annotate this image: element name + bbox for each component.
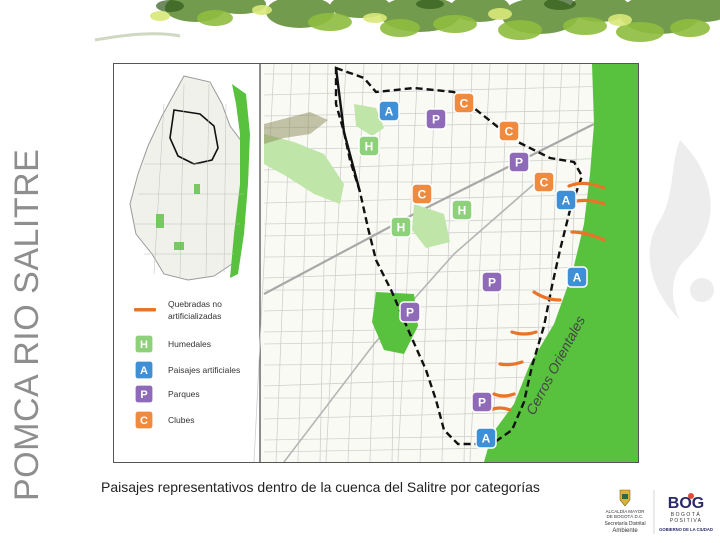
svg-text:P: P	[140, 389, 147, 401]
svg-text:C: C	[540, 176, 549, 190]
svg-text:H: H	[365, 140, 374, 154]
marker-p[interactable]: P	[508, 151, 530, 173]
bog-word: BOG	[668, 495, 704, 512]
marker-h[interactable]: H	[358, 135, 380, 157]
leaf-watermark-icon	[640, 140, 720, 320]
foliage-banner	[0, 0, 720, 50]
page-title: POMCA RIO SALITRE	[8, 148, 46, 501]
svg-text:A: A	[573, 271, 582, 285]
marker-h[interactable]: H	[390, 216, 412, 238]
svg-text:A: A	[482, 432, 491, 446]
svg-text:A: A	[562, 194, 571, 208]
svg-text:Parques: Parques	[168, 389, 200, 399]
marker-p[interactable]: P	[399, 301, 421, 323]
svg-text:P: P	[432, 113, 440, 127]
figure-caption: Paisajes representativos dentro de la cu…	[101, 479, 540, 495]
bog-line-2: BOGOTÁ	[671, 511, 701, 518]
map-figure: APCCHPCCAHHAPPPA Cerros Orientales Quebr…	[113, 63, 639, 463]
marker-a[interactable]: A	[566, 266, 588, 288]
alcaldia-line-2: DE BOGOTÁ D.C.	[606, 513, 643, 519]
marker-p[interactable]: P	[471, 391, 493, 413]
marker-p[interactable]: P	[425, 108, 447, 130]
marker-a[interactable]: A	[378, 100, 400, 122]
svg-text:artificializadas: artificializadas	[168, 311, 221, 321]
marker-a[interactable]: A	[475, 427, 497, 449]
quebrada-swatch-icon	[134, 308, 156, 312]
svg-text:P: P	[488, 276, 496, 290]
bogota-positiva-logo: BOG BOGOTÁ POSITIVA GOBIERNO DE LA CIUDA…	[659, 488, 713, 534]
bog-line-3: POSITIVA	[670, 518, 702, 524]
svg-text:C: C	[140, 415, 148, 427]
svg-text:C: C	[460, 97, 469, 111]
marker-c[interactable]: C	[453, 92, 475, 114]
map-canvas: APCCHPCC AHHAPPPA Cerros Orientales Quebr…	[114, 64, 638, 462]
alcaldia-logo: ALCALDÍA MAYOR DE BOGOTÁ D.C. Secretaría…	[604, 489, 646, 534]
svg-text:A: A	[140, 365, 148, 377]
alcaldia-line-4: Ambiente	[612, 528, 638, 534]
marker-c[interactable]: C	[533, 171, 555, 193]
svg-text:H: H	[458, 204, 467, 218]
marker-h[interactable]: H	[451, 199, 473, 221]
marker-c[interactable]: C	[411, 183, 433, 205]
marker-c[interactable]: C	[498, 120, 520, 142]
svg-text:Quebradas no: Quebradas no	[168, 299, 222, 309]
bog-line-4: GOBIERNO DE LA CIUDAD	[659, 527, 713, 532]
marker-p[interactable]: P	[481, 271, 503, 293]
foliage-graphic	[0, 0, 720, 50]
alcaldia-line-3: Secretaría Distrital	[604, 521, 645, 527]
svg-text:Paisajes artificiales: Paisajes artificiales	[168, 365, 240, 375]
svg-text:Clubes: Clubes	[168, 415, 194, 425]
svg-text:Humedales: Humedales	[168, 339, 211, 349]
marker-a[interactable]: A	[555, 189, 577, 211]
svg-text:H: H	[397, 221, 406, 235]
svg-text:C: C	[418, 188, 427, 202]
watershed-boundary-solid	[334, 67, 362, 193]
svg-text:C: C	[505, 125, 514, 139]
svg-text:P: P	[478, 396, 486, 410]
svg-text:H: H	[140, 339, 148, 351]
svg-text:A: A	[385, 105, 394, 119]
svg-text:P: P	[406, 306, 414, 320]
institutional-logos: ALCALDÍA MAYOR DE BOGOTÁ D.C. Secretaría…	[592, 486, 717, 538]
svg-text:P: P	[515, 156, 523, 170]
